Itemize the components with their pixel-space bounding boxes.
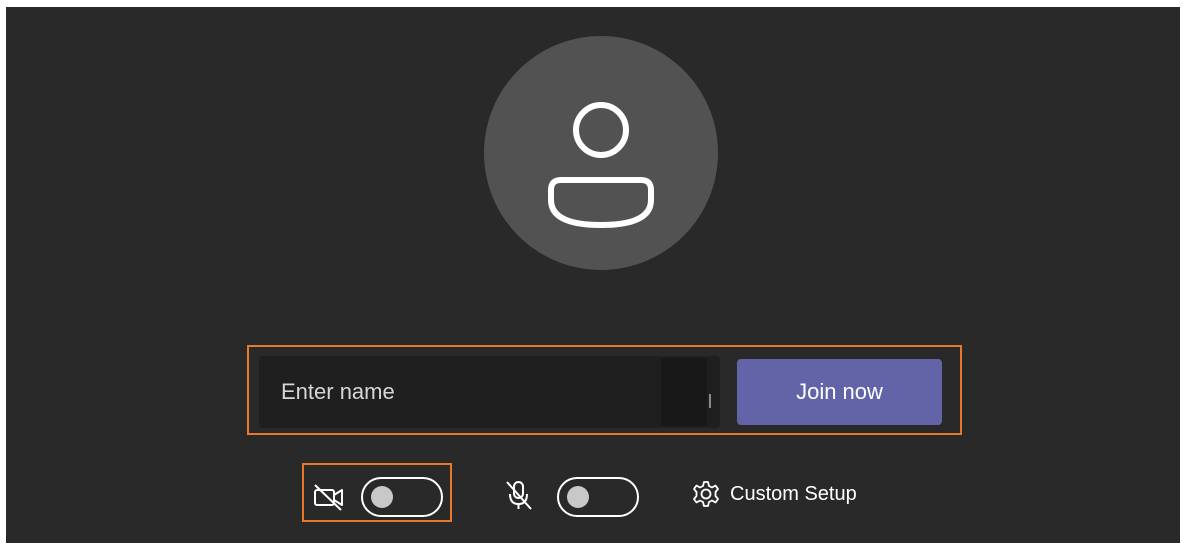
camera-toggle[interactable] xyxy=(361,477,443,517)
avatar xyxy=(484,36,718,270)
custom-setup-label: Custom Setup xyxy=(730,482,857,505)
prejoin-screen: Join now Custom Setup xyxy=(6,7,1180,543)
join-now-button[interactable]: Join now xyxy=(737,359,942,425)
name-input[interactable] xyxy=(259,356,660,428)
mic-toggle-knob xyxy=(567,486,589,508)
gear-icon xyxy=(693,481,719,507)
camera-off-icon xyxy=(314,484,343,511)
person-icon xyxy=(548,102,654,228)
text-cursor xyxy=(709,394,711,408)
mic-toggle[interactable] xyxy=(557,477,639,517)
custom-setup-button[interactable]: Custom Setup xyxy=(692,478,857,510)
input-overlay xyxy=(661,358,707,426)
camera-toggle-knob xyxy=(371,486,393,508)
name-field[interactable] xyxy=(259,356,720,428)
mic-off-icon xyxy=(506,481,532,510)
